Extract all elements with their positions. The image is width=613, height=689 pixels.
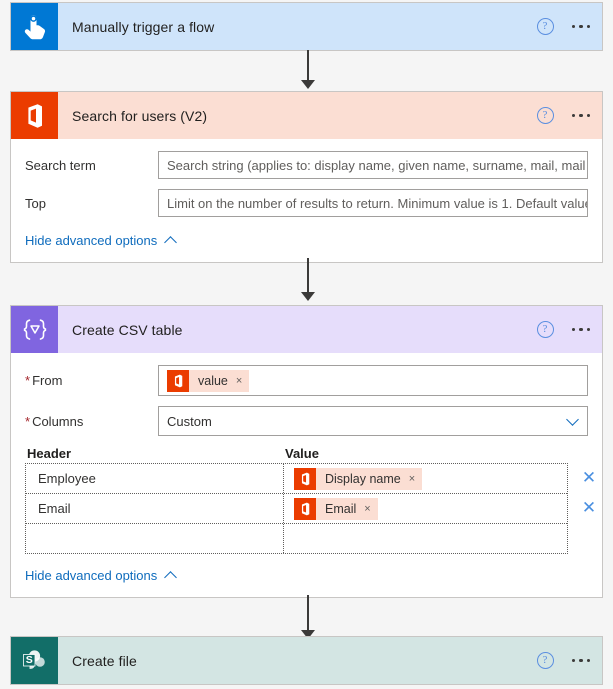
data-operation-icon	[11, 306, 58, 353]
sharepoint-icon: S	[11, 637, 58, 684]
card-header-search-users[interactable]: Search for users (V2) ?	[11, 92, 602, 139]
top-input[interactable]: Limit on the number of results to return…	[158, 189, 588, 217]
kv-value-input-1[interactable]: Email ×	[284, 494, 567, 523]
more-options-icon[interactable]	[570, 21, 593, 33]
field-row-search-term: Search term Search string (applies to: d…	[25, 151, 588, 179]
kv-value-input-2[interactable]	[284, 524, 567, 553]
card-title-create-csv-table: Create CSV table	[72, 321, 183, 338]
touch-trigger-icon	[11, 3, 58, 50]
help-icon[interactable]: ?	[536, 321, 554, 338]
office365-users-icon	[294, 497, 316, 520]
table-row: Employee Display name × ✕	[26, 464, 596, 493]
field-row-columns: * Columns Custom	[25, 406, 588, 436]
dynamic-content-token-email[interactable]: Email ×	[294, 497, 378, 520]
field-label-search-term: Search term	[25, 157, 96, 173]
card-header-actions-create-csv-table: ?	[536, 306, 593, 353]
dynamic-content-token-display-name[interactable]: Display name ×	[294, 467, 423, 490]
card-header-create-csv-table[interactable]: Create CSV table ?	[11, 306, 602, 353]
card-title-search-users: Search for users (V2)	[72, 107, 208, 124]
dynamic-content-token-value[interactable]: value ×	[167, 369, 250, 392]
card-body-create-csv-table: * From value × * Columns Custom Header V…	[11, 353, 602, 597]
kv-column-headers: Header Value	[25, 446, 588, 461]
top-placeholder: Limit on the number of results to return…	[167, 195, 588, 211]
flow-step-card-trigger[interactable]: Manually trigger a flow ?	[10, 2, 603, 51]
field-row-from: * From value ×	[25, 365, 588, 396]
help-icon[interactable]: ?	[536, 652, 554, 669]
required-asterisk: *	[25, 413, 31, 429]
card-header-actions-search-users: ?	[536, 92, 593, 139]
connector-arrow-2	[301, 258, 315, 303]
columns-selected-value: Custom	[167, 413, 212, 429]
kv-value-input-0[interactable]: Display name ×	[284, 464, 567, 493]
field-label-columns: * Columns	[25, 414, 158, 429]
search-term-placeholder: Search string (applies to: display name,…	[167, 157, 587, 173]
token-label: Display name	[325, 471, 401, 486]
flow-step-card-create-file[interactable]: S Create file ?	[10, 636, 603, 685]
delete-row-icon-1[interactable]: ✕	[579, 498, 599, 518]
kv-header-input-0[interactable]: Employee	[26, 464, 284, 493]
office365-users-icon	[11, 92, 58, 139]
hide-advanced-options-label: Hide advanced options	[25, 568, 158, 583]
card-body-search-users: Search term Search string (applies to: d…	[11, 139, 602, 262]
svg-text:S: S	[25, 654, 32, 666]
token-label: value	[198, 373, 228, 388]
hide-advanced-options-link-create-csv-table[interactable]: Hide advanced options	[25, 568, 177, 583]
from-label-text: From	[32, 373, 63, 388]
office365-users-icon	[167, 369, 189, 392]
search-term-input[interactable]: Search string (applies to: display name,…	[158, 151, 588, 179]
chevron-up-icon	[165, 570, 177, 582]
from-input[interactable]: value ×	[158, 365, 588, 396]
chevron-up-icon	[165, 235, 177, 247]
table-row: Email Email × ✕	[26, 493, 596, 523]
token-remove-icon[interactable]: ×	[364, 503, 370, 515]
kv-value-label: Value	[285, 446, 319, 461]
kv-grid: Employee Display name × ✕ Email Email × …	[25, 463, 596, 554]
columns-dropdown[interactable]: Custom	[158, 406, 588, 436]
token-label: Email	[325, 501, 357, 516]
kv-header-label: Header	[27, 446, 72, 461]
hide-advanced-options-link-search-users[interactable]: Hide advanced options	[25, 233, 177, 248]
kv-header-input-1[interactable]: Email	[26, 494, 284, 523]
columns-label-text: Columns	[32, 413, 84, 429]
token-remove-icon[interactable]: ×	[236, 375, 242, 387]
table-row	[26, 523, 567, 553]
token-remove-icon[interactable]: ×	[409, 473, 415, 485]
help-icon[interactable]: ?	[536, 18, 554, 35]
card-header-actions-trigger: ?	[536, 3, 593, 50]
flow-step-card-search-users[interactable]: Search for users (V2) ? Search term Sear…	[10, 91, 603, 263]
field-label-top: Top	[25, 195, 46, 211]
more-options-icon[interactable]	[570, 655, 593, 667]
field-row-top: Top Limit on the number of results to re…	[25, 189, 588, 217]
card-title-create-file: Create file	[72, 652, 137, 669]
card-header-create-file[interactable]: S Create file ?	[11, 637, 602, 684]
card-header-trigger[interactable]: Manually trigger a flow ?	[11, 3, 602, 50]
more-options-icon[interactable]	[570, 324, 593, 336]
connector-arrow-3	[301, 595, 315, 640]
card-header-actions-create-file: ?	[536, 637, 593, 684]
delete-row-icon-0[interactable]: ✕	[579, 468, 599, 488]
kv-header-input-2[interactable]	[26, 524, 284, 553]
card-title-trigger: Manually trigger a flow	[72, 18, 215, 35]
field-label-from: * From	[25, 373, 158, 388]
office365-users-icon	[294, 467, 316, 490]
help-icon[interactable]: ?	[536, 107, 554, 124]
connector-arrow-1	[301, 50, 315, 90]
more-options-icon[interactable]	[570, 110, 593, 122]
flow-designer-canvas: Manually trigger a flow ? Search for use…	[0, 0, 613, 689]
chevron-down-icon[interactable]	[567, 415, 579, 427]
required-asterisk: *	[25, 373, 31, 388]
hide-advanced-options-label: Hide advanced options	[25, 233, 158, 248]
flow-step-card-create-csv-table[interactable]: Create CSV table ? * From value × * Colu…	[10, 305, 603, 598]
